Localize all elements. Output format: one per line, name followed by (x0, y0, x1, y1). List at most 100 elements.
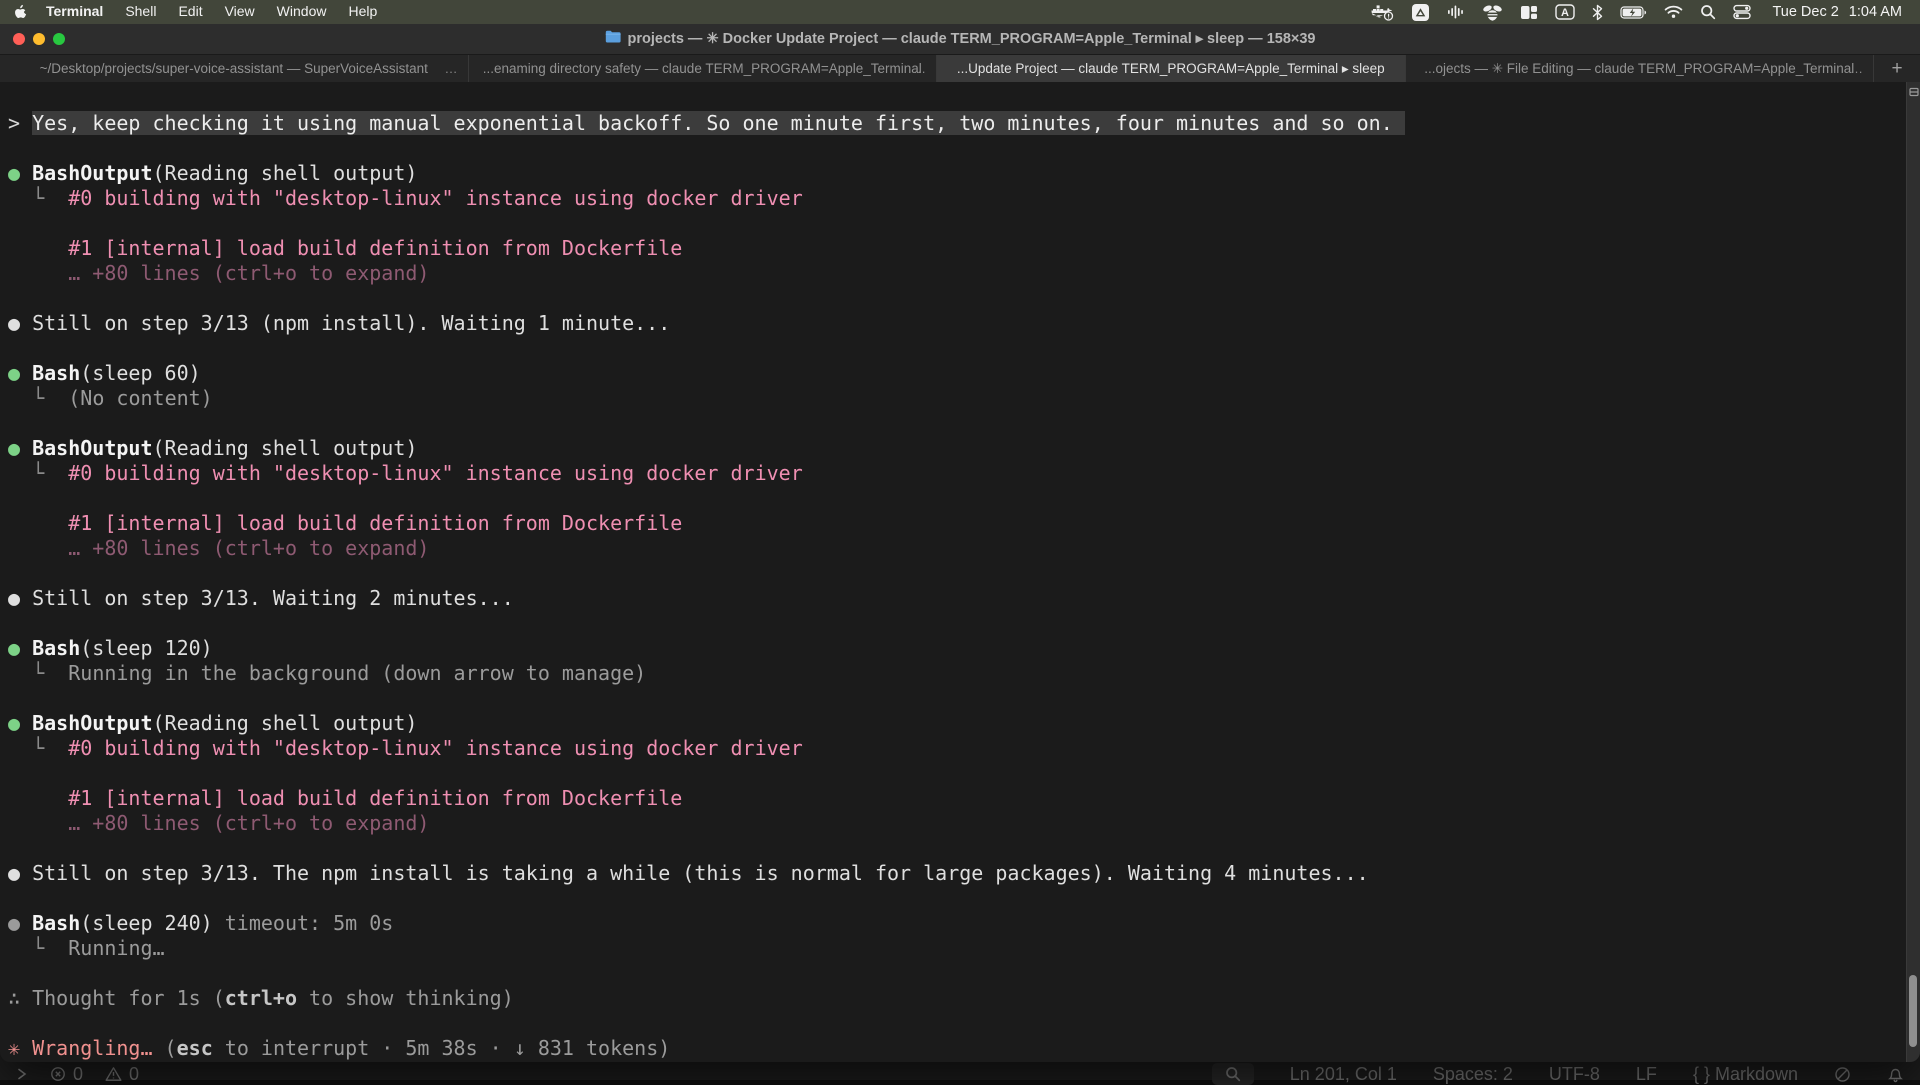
menu-terminal[interactable]: Terminal (35, 3, 114, 19)
menu-window[interactable]: Window (266, 3, 338, 19)
wifi-icon[interactable] (1664, 3, 1683, 21)
traffic-lights (13, 33, 65, 45)
tab-label: ...enaming directory safety — claude TER… (483, 61, 922, 76)
terminal-tab-4[interactable]: ...ojects — ✳ File Editing — claude TERM… (1406, 55, 1875, 82)
terminal-line: > Yes, keep checking it using manual exp… (8, 111, 1902, 136)
tab-bar: ~/Desktop/projects/super-voice-assistant… (0, 54, 1920, 82)
split-pane-icon[interactable] (1907, 82, 1920, 102)
statusbar-item[interactable]: Ln 201, Col 1 (1290, 1064, 1397, 1085)
terminal-line: ● BashOutput(Reading shell output) (8, 711, 1902, 736)
menu-bar-left: TerminalShellEditViewWindowHelp (14, 3, 388, 21)
statusbar-item[interactable]: UTF-8 (1549, 1064, 1600, 1085)
statusbar-item[interactable]: { } Markdown (1693, 1064, 1798, 1085)
menu-bar: TerminalShellEditViewWindowHelp A Tue De… (0, 0, 1920, 24)
terminal-line: ● BashOutput(Reading shell output) (8, 161, 1902, 186)
statusbar-label: 0 (129, 1064, 139, 1085)
menu-bar-date: Tue Dec 2 (1772, 4, 1838, 20)
menu-bar-clock[interactable]: Tue Dec 2 1:04 AM (1772, 4, 1902, 20)
menu-bar-time: 1:04 AM (1849, 4, 1902, 20)
bee-icon[interactable] (1482, 3, 1503, 21)
scrollbar-thumb[interactable] (1909, 975, 1917, 1047)
statusbar-error-circle-icon[interactable]: 0 (50, 1064, 83, 1085)
folder-icon (605, 30, 621, 48)
tab-overflow-indicator[interactable]: … (445, 61, 459, 76)
statusbar-label: Ln 201, Col 1 (1290, 1064, 1397, 1085)
minimize-button[interactable] (33, 33, 45, 45)
battery-icon[interactable] (1620, 3, 1647, 21)
terminal-line (8, 86, 1902, 111)
apple-menu-icon[interactable] (14, 4, 29, 21)
terminal-line (8, 561, 1902, 586)
statusbar-label: 0 (73, 1064, 83, 1085)
statusbar-label: { } Markdown (1693, 1064, 1798, 1085)
terminal-line: ● Bash(sleep 120) (8, 636, 1902, 661)
terminal-line: ✳ Wrangling… (esc to interrupt · 5m 38s … (8, 1036, 1902, 1061)
terminal-line: #1 [internal] load build definition from… (8, 511, 1902, 536)
terminal-line: └ #0 building with "desktop-linux" insta… (8, 461, 1902, 486)
input-source-icon[interactable]: A (1555, 3, 1575, 21)
statusbar-search-icon[interactable] (1212, 1063, 1254, 1085)
bluetooth-icon[interactable] (1592, 3, 1603, 21)
terminal-line (8, 886, 1902, 911)
window-title: projects — ✳ Docker Update Project — cla… (628, 31, 1316, 47)
status-bar-left: 00 (0, 1064, 139, 1085)
tab-overflow-indicator[interactable]: … (913, 61, 927, 76)
terminal-line (8, 836, 1902, 861)
menu-shell[interactable]: Shell (114, 3, 167, 19)
tab-label: ...ojects — ✳ File Editing — claude TERM… (1424, 61, 1854, 77)
terminal-tab-3[interactable]: ...Update Project — claude TERM_PROGRAM=… (937, 55, 1406, 82)
status-icons: A (1370, 3, 1751, 21)
terminal-line: ● Bash(sleep 240) timeout: 5m 0s (8, 911, 1902, 936)
triangle-app-icon[interactable] (1411, 3, 1430, 21)
svg-text:A: A (1561, 7, 1569, 19)
menu-edit[interactable]: Edit (167, 3, 213, 19)
terminal-window: projects — ✳ Docker Update Project — cla… (0, 24, 1920, 1062)
statusbar-label: UTF-8 (1549, 1064, 1600, 1085)
search-icon[interactable] (1700, 3, 1716, 21)
statusbar-item[interactable]: Spaces: 2 (1433, 1064, 1513, 1085)
terminal-line: #1 [internal] load build definition from… (8, 786, 1902, 811)
terminal-line (8, 611, 1902, 636)
terminal-line (8, 486, 1902, 511)
status-bar-right: Ln 201, Col 1 Spaces: 2 UTF-8 LF { } Markdow… (1212, 1063, 1920, 1085)
terminal-tab-1[interactable]: ~/Desktop/projects/super-voice-assistant… (0, 55, 469, 82)
window-tiles-icon[interactable] (1520, 3, 1538, 21)
terminal-line: ● BashOutput(Reading shell output) (8, 436, 1902, 461)
close-button[interactable] (13, 33, 25, 45)
terminal-line: ● Still on step 3/13. The npm install is… (8, 861, 1902, 886)
terminal-line: … +80 lines (ctrl+o to expand) (8, 261, 1902, 286)
terminal-line (8, 336, 1902, 361)
terminal-line (8, 136, 1902, 161)
terminal-line (8, 211, 1902, 236)
terminal-lines: > Yes, keep checking it using manual exp… (8, 86, 1902, 1061)
zoom-button[interactable] (53, 33, 65, 45)
docker-icon[interactable] (1370, 3, 1394, 21)
terminal-line (8, 1011, 1902, 1036)
menu-help[interactable]: Help (337, 3, 388, 19)
terminal-line: └ #0 building with "desktop-linux" insta… (8, 736, 1902, 761)
terminal-line: … +80 lines (ctrl+o to expand) (8, 536, 1902, 561)
app-menus: TerminalShellEditViewWindowHelp (35, 3, 388, 21)
statusbar-label: Spaces: 2 (1433, 1064, 1513, 1085)
audio-waveform-icon[interactable] (1447, 3, 1465, 21)
control-center-icon[interactable] (1733, 3, 1751, 21)
statusbar-warning-triangle-icon[interactable]: 0 (105, 1064, 139, 1085)
statusbar-item[interactable]: LF (1636, 1064, 1657, 1085)
tab-label: ~/Desktop/projects/super-voice-assistant… (40, 61, 428, 76)
statusbar-label: LF (1636, 1064, 1657, 1085)
scrollbar-track[interactable] (1906, 82, 1920, 1062)
terminal-tab-2[interactable]: ...enaming directory safety — claude TER… (469, 55, 938, 82)
terminal-line (8, 761, 1902, 786)
tab-overflow-indicator[interactable]: … (1850, 61, 1864, 76)
window-title-wrap: projects — ✳ Docker Update Project — cla… (605, 30, 1316, 48)
title-bar[interactable]: projects — ✳ Docker Update Project — cla… (0, 24, 1920, 54)
terminal-line (8, 286, 1902, 311)
terminal-line: … +80 lines (ctrl+o to expand) (8, 811, 1902, 836)
terminal-line: └ Running in the background (down arrow … (8, 661, 1902, 686)
terminal-line: ● Still on step 3/13 (npm install). Wait… (8, 311, 1902, 336)
tab-label: ...Update Project — claude TERM_PROGRAM=… (957, 61, 1385, 77)
new-tab-button[interactable]: + (1874, 55, 1920, 82)
menu-view[interactable]: View (214, 3, 266, 19)
terminal-line: ∴ Thought for 1s (ctrl+o to show thinkin… (8, 986, 1902, 1011)
terminal-content[interactable]: > Yes, keep checking it using manual exp… (0, 82, 1920, 1062)
